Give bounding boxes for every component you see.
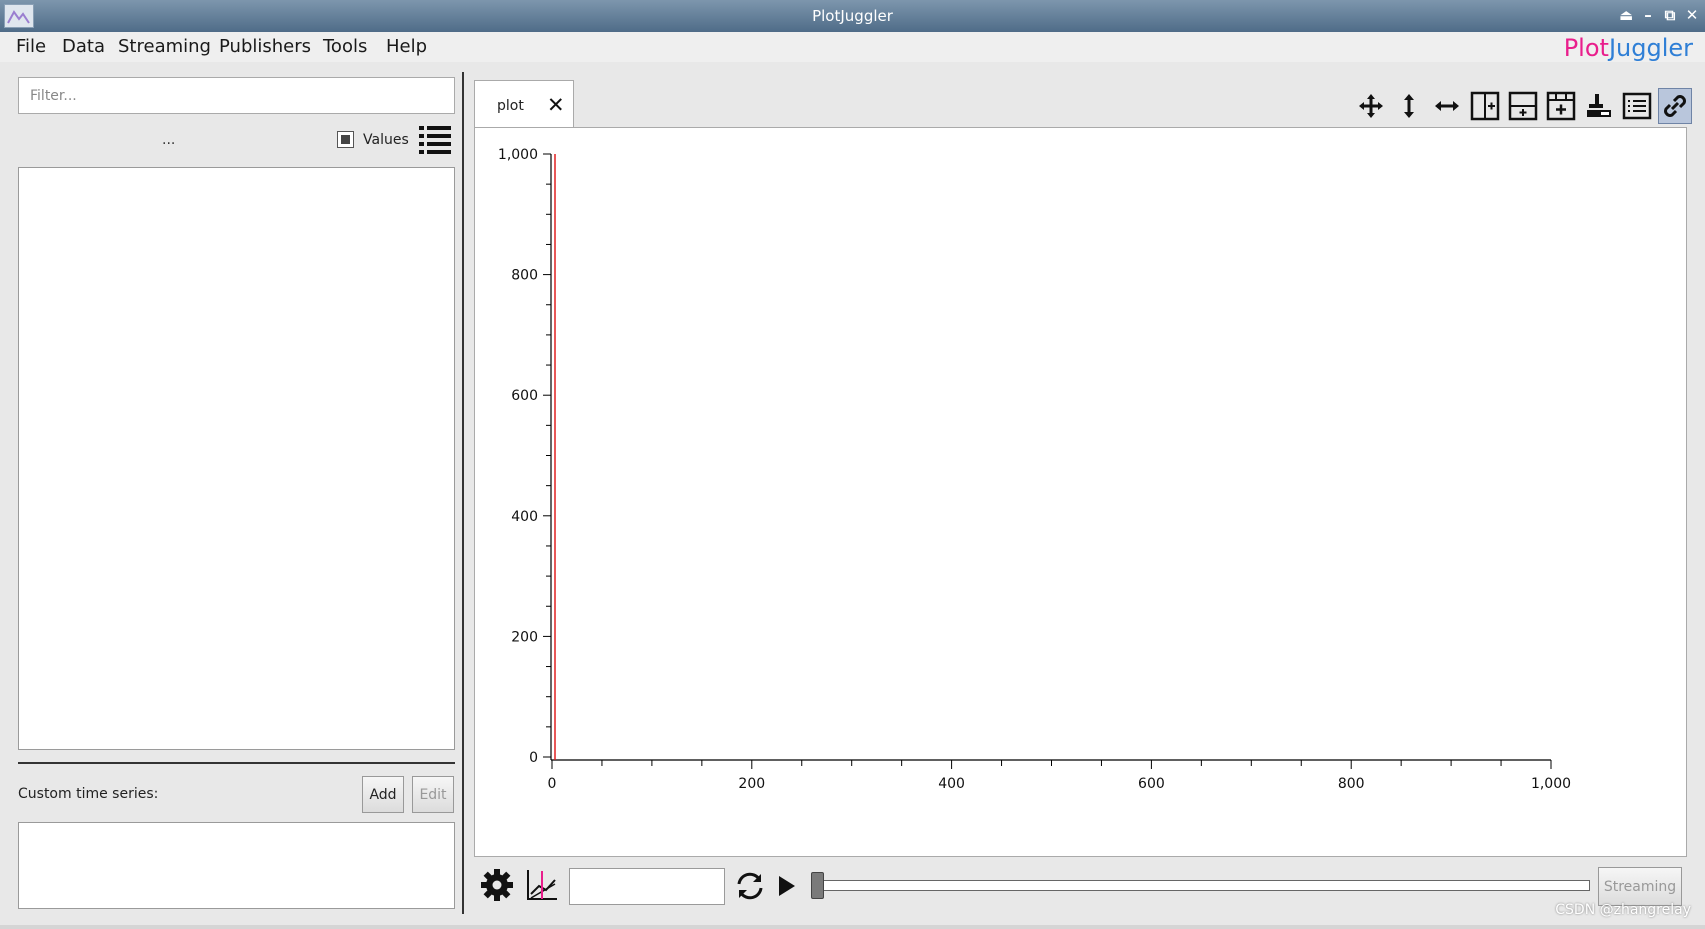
streaming-button[interactable]: Streaming xyxy=(1598,867,1682,906)
title-bar: PlotJuggler ⏏ – ⧉ ✕ xyxy=(0,0,1705,32)
menu-tools[interactable]: Tools xyxy=(323,36,367,57)
tab-close-icon[interactable]: ✕ xyxy=(547,93,565,117)
menu-data[interactable]: Data xyxy=(62,36,105,57)
move-icon[interactable] xyxy=(1354,88,1388,124)
tab-plot[interactable]: plot ✕ xyxy=(474,80,574,128)
time-input[interactable] xyxy=(570,869,724,904)
time-tracker-icon[interactable] xyxy=(525,868,559,902)
play-icon[interactable] xyxy=(776,873,798,899)
plot-toolbar xyxy=(1354,88,1692,124)
y-tick-label: 1,000 xyxy=(498,147,538,163)
menu-bar: File Data Streaming Publishers Tools Hel… xyxy=(0,32,1705,62)
menu-publishers[interactable]: Publishers xyxy=(219,36,311,57)
tab-label: plot xyxy=(497,98,524,114)
maximize-icon[interactable]: ⧉ xyxy=(1663,6,1677,24)
link-icon[interactable] xyxy=(1658,88,1692,124)
legend-icon[interactable] xyxy=(1620,88,1654,124)
split-vertical-icon[interactable] xyxy=(1506,88,1540,124)
y-tick-label: 400 xyxy=(511,509,538,525)
list-view-icon[interactable] xyxy=(418,124,452,156)
x-tick-label: 1,000 xyxy=(1531,776,1571,792)
minimize-icon[interactable]: – xyxy=(1641,6,1655,24)
edit-button[interactable]: Edit xyxy=(412,776,454,813)
add-button[interactable]: Add xyxy=(362,776,404,813)
x-tick-label: 600 xyxy=(1138,776,1165,792)
x-tick-label: 800 xyxy=(1338,776,1365,792)
main-splitter[interactable] xyxy=(462,72,464,914)
plot-canvas[interactable]: 0 200 400 600 800 1,000 0 200 400 600 800 1,000 xyxy=(474,127,1687,857)
y-tick-label: 0 xyxy=(529,750,538,766)
line-chart[interactable]: 0 200 400 600 800 1,000 0 200 400 600 800 1,000 xyxy=(475,128,1686,856)
menu-help[interactable]: Help xyxy=(386,36,427,57)
filter-field[interactable] xyxy=(18,77,455,114)
brand-logo: PlotJuggler xyxy=(1563,34,1693,62)
watermark: CSDN @zhangrelay xyxy=(1555,902,1691,918)
y-tick-label: 200 xyxy=(511,629,538,645)
zoom-horizontal-icon[interactable] xyxy=(1430,88,1464,124)
custom-series-label: Custom time series: xyxy=(18,786,159,802)
x-tick-label: 200 xyxy=(738,776,765,792)
menu-streaming[interactable]: Streaming xyxy=(118,36,211,57)
time-slider[interactable] xyxy=(813,880,1590,891)
close-icon[interactable]: ✕ xyxy=(1685,6,1699,24)
clear-icon[interactable] xyxy=(1582,88,1616,124)
y-tick-label: 800 xyxy=(511,268,538,284)
custom-series-list[interactable] xyxy=(18,822,455,909)
ellipsis-label: ... xyxy=(162,132,176,148)
timeseries-tree[interactable] xyxy=(18,167,455,750)
values-label: Values xyxy=(363,132,409,148)
add-plot-icon[interactable] xyxy=(1544,88,1578,124)
time-input-box[interactable] xyxy=(569,868,725,905)
gear-icon[interactable] xyxy=(480,868,514,902)
shade-icon[interactable]: ⏏ xyxy=(1619,6,1633,24)
sync-icon[interactable] xyxy=(734,870,766,902)
values-checkbox[interactable] xyxy=(337,131,354,148)
x-tick-label: 0 xyxy=(548,776,557,792)
zoom-vertical-icon[interactable] xyxy=(1392,88,1426,124)
menu-file[interactable]: File xyxy=(16,36,46,57)
time-slider-handle[interactable] xyxy=(811,872,824,899)
window-title: PlotJuggler xyxy=(812,7,893,25)
filter-input[interactable] xyxy=(19,78,454,113)
x-tick-label: 400 xyxy=(938,776,965,792)
split-horizontal-icon[interactable] xyxy=(1468,88,1502,124)
y-tick-label: 600 xyxy=(511,388,538,404)
panel-splitter[interactable] xyxy=(18,762,455,764)
status-strip xyxy=(0,925,1705,929)
